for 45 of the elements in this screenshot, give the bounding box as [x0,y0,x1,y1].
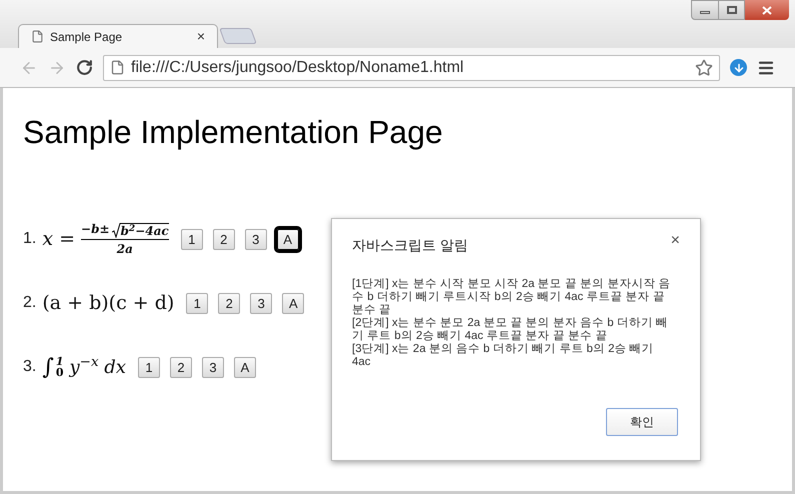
formula-button[interactable]: 3 [244,228,267,250]
dialog-message-line: [1단계] x는 분수 시작 분모 시작 2a 분모 끝 분의 분자시작 음수 b 더하기 빼기 루트시작 b의 2승 빼기 4ac 루트끝 분자 끝 분수 끝 [352,278,672,317]
close-button[interactable] [745,0,789,20]
formula-button[interactable]: 1 [186,292,208,314]
close-icon [762,6,772,14]
page-heading: Sample Implementation Page [23,113,444,152]
bookmark-star-icon[interactable] [695,58,713,76]
download-icon[interactable] [730,59,747,76]
tab-title: Sample Page [50,28,124,46]
maximize-button[interactable] [719,0,745,20]
address-bar[interactable]: file:///C:/Users/jungsoo/Desktop/Noname1.html [103,54,720,80]
formula-number: 3. [23,357,36,377]
url-text: file:///C:/Users/jungsoo/Desktop/Noname1.html [131,58,465,78]
formula-button[interactable]: 3 [202,356,224,378]
formula-button[interactable]: 1 [138,356,160,378]
tab-close[interactable]: × [196,26,205,47]
formula-number: 2. [23,293,36,313]
menu-icon[interactable] [757,58,775,76]
formula-number: 1. [23,229,36,249]
formula-button[interactable]: 3 [250,292,272,314]
formula-button[interactable]: 2 [170,356,192,378]
dialog-message-line: [2단계] x는 분수 분모 2a 분모 끝 분의 분자 음수 b 더하기 빼기 루트 b의 2승 빼기 4ac 루트끝 분자 끝 분수 끝 [352,317,670,343]
denominator: 2a [116,241,133,258]
formula-lhs: x = [42,226,76,252]
formula-button[interactable]: A [282,292,304,314]
reload-button[interactable] [76,59,93,76]
dialog-message-line: [3단계] x는 2a 분의 음수 b 더하기 빼기 루트 b의 2승 빼기 4ac [352,343,655,369]
formula-button[interactable]: A [234,356,256,378]
integrand: y$^{−x}$ dx [69,354,126,380]
dialog-title: 자바스크립트 알림 [352,236,468,255]
minimize-button[interactable] [691,0,719,20]
formula-button[interactable]: 1 [180,228,203,250]
formula-button[interactable]: 2 [218,292,240,314]
radicand: b$^{2}$−4ac [120,223,169,238]
formula-button[interactable]: 2 [212,228,235,250]
numerator-term: −b± [81,221,110,238]
dialog-close[interactable]: × [670,233,680,249]
formula-expression: (a + b)(c + d) [42,290,174,316]
page-icon [110,60,125,75]
lower-limit: 0 [56,367,64,378]
page-icon [31,30,44,43]
ok-button[interactable]: 확인 [606,408,678,436]
upper-limit: 1 [56,356,64,367]
integral-sign: ∫ [42,354,54,382]
browser-tab[interactable]: Sample Page × [18,24,218,48]
